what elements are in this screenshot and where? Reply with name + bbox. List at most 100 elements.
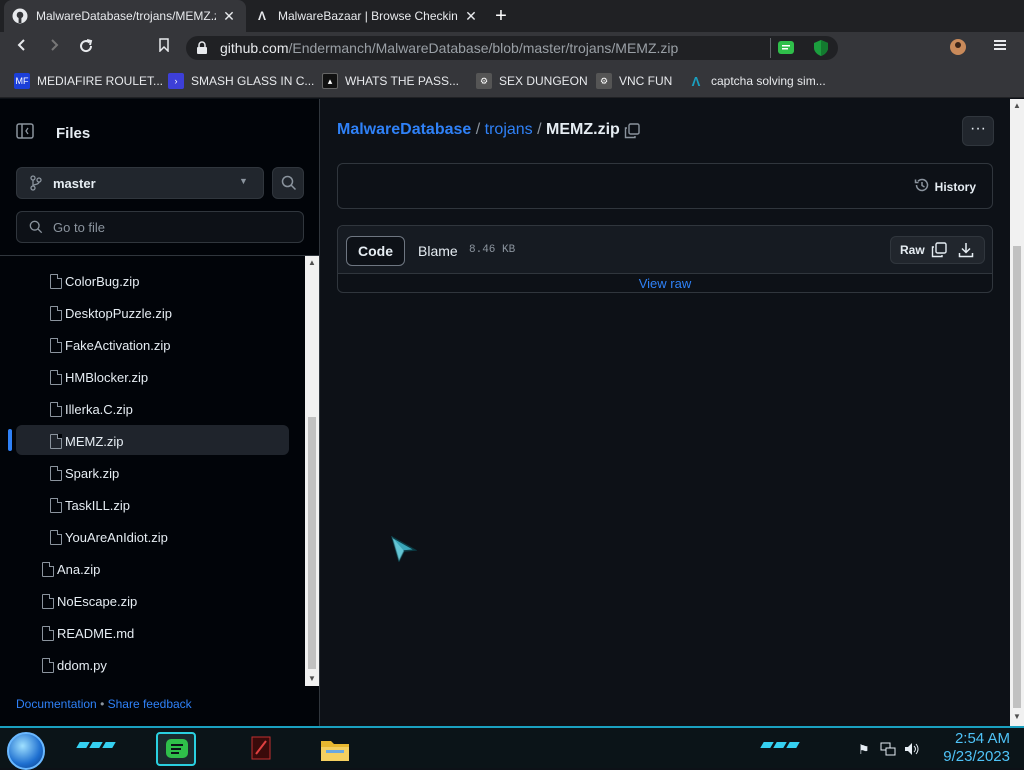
- bookmark-icon[interactable]: [154, 38, 174, 58]
- copy-raw-icon[interactable]: [931, 242, 947, 263]
- mouse-cursor-icon: [390, 535, 418, 567]
- reload-icon[interactable]: [76, 38, 96, 58]
- bookmark-sex-dungeon[interactable]: ⚙ SEX DUNGEON: [476, 72, 588, 90]
- file-icon: [42, 657, 54, 673]
- bookmark-smash-glass[interactable]: › SMASH GLASS IN C...: [168, 72, 314, 90]
- scroll-down-icon[interactable]: ▼: [308, 674, 316, 683]
- tab-github[interactable]: MalwareDatabase/trojans/MEMZ.z ✕: [4, 0, 246, 32]
- tree-file-memz[interactable]: MEMZ.zip: [50, 427, 124, 455]
- breadcrumb-repo-link[interactable]: MalwareDatabase: [337, 121, 471, 138]
- more-options-button[interactable]: ···: [962, 116, 994, 146]
- git-branch-icon: [29, 175, 43, 196]
- file-name: Ana.zip: [57, 561, 101, 577]
- bookmark-label: SMASH GLASS IN C...: [191, 74, 315, 88]
- bookmark-whats-the-pass[interactable]: ▴ WHATS THE PASS...: [322, 72, 459, 90]
- tree-file-ddom[interactable]: ddom.py: [42, 651, 107, 679]
- tab-title: MalwareDatabase/trojans/MEMZ.z: [36, 9, 216, 23]
- go-to-file-input[interactable]: Go to file: [16, 211, 304, 243]
- footer-separator: •: [100, 697, 105, 711]
- documentation-link[interactable]: Documentation: [16, 697, 97, 711]
- extension-shield-icon[interactable]: [813, 39, 829, 62]
- tree-file-fakeactivation[interactable]: FakeActivation.zip: [50, 331, 171, 359]
- file-icon: [50, 529, 62, 545]
- tab-malwarebazaar[interactable]: Λ MalwareBazaar | Browse Checking ✕: [246, 0, 488, 32]
- share-feedback-link[interactable]: Share feedback: [108, 697, 192, 711]
- file-view: MalwareDatabase / trojans / MEMZ.zip ···…: [321, 99, 1010, 726]
- file-icon: [50, 337, 62, 353]
- tree-file-colorbug[interactable]: ColorBug.zip: [50, 267, 139, 295]
- bookmark-label: captcha solving sim...: [711, 74, 826, 88]
- file-name: README.md: [57, 625, 135, 641]
- folder-icon: [320, 736, 350, 767]
- game-app-icon: [250, 736, 272, 765]
- taskbar-decoration: [760, 742, 800, 750]
- copy-path-icon[interactable]: [624, 123, 640, 144]
- tree-file-noescape[interactable]: NoEscape.zip: [42, 587, 137, 615]
- file-name: NoEscape.zip: [57, 593, 138, 609]
- url-text[interactable]: github.com/Endermanch/MalwareDatabase/bl…: [220, 40, 678, 56]
- blame-tab[interactable]: Blame: [418, 243, 458, 259]
- bookmark-label: MEDIAFIRE ROULET...: [37, 74, 164, 88]
- file-name: FakeActivation.zip: [65, 337, 171, 353]
- tree-file-ana[interactable]: Ana.zip: [42, 555, 100, 583]
- bookmark-captcha[interactable]: Λ captcha solving sim...: [688, 72, 826, 90]
- bookmark-vnc-fun[interactable]: ⚙ VNC FUN: [596, 72, 672, 90]
- bookmark-label: WHATS THE PASS...: [345, 74, 460, 88]
- collapse-sidebar-icon[interactable]: [16, 123, 34, 144]
- tree-file-youareanidiot[interactable]: YouAreAnIdiot.zip: [50, 523, 168, 551]
- tree-file-desktoppuzzle[interactable]: DesktopPuzzle.zip: [50, 299, 172, 327]
- page-scrollbar-thumb[interactable]: [1013, 246, 1021, 708]
- branch-selector[interactable]: master ▼: [16, 167, 264, 199]
- close-tab-icon[interactable]: ✕: [462, 8, 480, 25]
- taskbar: ⚑ 2:54 AM 9/23/2023: [0, 726, 1024, 770]
- breadcrumb-dir-link[interactable]: trojans: [485, 121, 533, 138]
- scroll-down-icon[interactable]: ▼: [1013, 712, 1021, 721]
- system-clock[interactable]: 2:54 AM 9/23/2023: [943, 730, 1010, 766]
- file-icon: [42, 593, 54, 609]
- raw-button[interactable]: Raw: [900, 243, 925, 257]
- file-name: DesktopPuzzle.zip: [65, 305, 172, 321]
- profile-avatar[interactable]: [948, 38, 968, 58]
- caret-down-icon: ▼: [239, 176, 248, 186]
- breadcrumb-separator: /: [475, 121, 481, 138]
- bookmark-mediafire[interactable]: MF MEDIAFIRE ROULET...: [14, 72, 163, 90]
- history-button[interactable]: History: [914, 177, 976, 196]
- scroll-up-icon[interactable]: ▲: [1013, 101, 1021, 110]
- tree-scrollbar-thumb[interactable]: [308, 417, 316, 669]
- view-raw-link[interactable]: View raw: [338, 276, 992, 291]
- new-tab-button[interactable]: +: [490, 5, 512, 27]
- back-arrow-icon[interactable]: [12, 38, 32, 58]
- file-content-box: Code Blame 8.46 KB Raw View raw: [337, 225, 993, 293]
- file-icon: [50, 497, 62, 513]
- taskbar-app-game[interactable]: [242, 732, 282, 766]
- tree-file-taskill[interactable]: TaskILL.zip: [50, 491, 130, 519]
- raw-actions-group: Raw: [890, 236, 985, 264]
- action-center-flag-icon[interactable]: ⚑: [858, 742, 870, 758]
- mediafire-icon: MF: [14, 73, 30, 89]
- scroll-up-icon[interactable]: ▲: [308, 258, 316, 267]
- menu-icon[interactable]: [990, 38, 1010, 58]
- abuse-ch-icon: Λ: [257, 9, 266, 23]
- extension-chat-icon[interactable]: [778, 40, 794, 61]
- sidebar-title: Files: [56, 125, 91, 142]
- close-tab-icon[interactable]: ✕: [220, 8, 238, 25]
- start-button[interactable]: [7, 732, 45, 770]
- search-button[interactable]: [272, 167, 304, 199]
- code-tab[interactable]: Code: [346, 236, 405, 266]
- lock-icon[interactable]: [196, 41, 208, 60]
- tree-file-readme[interactable]: README.md: [42, 619, 134, 647]
- go-to-file-placeholder: Go to file: [53, 220, 106, 235]
- history-label: History: [934, 179, 976, 194]
- forward-arrow-icon[interactable]: [44, 38, 64, 58]
- download-icon[interactable]: [958, 242, 974, 263]
- taskbar-app-explorer[interactable]: [316, 732, 356, 766]
- network-icon[interactable]: [880, 742, 896, 759]
- volume-icon[interactable]: [904, 742, 920, 759]
- tree-file-illerka[interactable]: Illerka.C.zip: [50, 395, 133, 423]
- tree-file-hmblocker[interactable]: HMBlocker.zip: [50, 363, 148, 391]
- taskbar-app-chat[interactable]: [156, 732, 196, 766]
- tree-file-spark[interactable]: Spark.zip: [50, 459, 119, 487]
- bookmarks-bar: MF MEDIAFIRE ROULET... › SMASH GLASS IN …: [0, 64, 1024, 98]
- history-icon: [914, 177, 930, 196]
- clock-time: 2:54 AM: [954, 730, 1010, 747]
